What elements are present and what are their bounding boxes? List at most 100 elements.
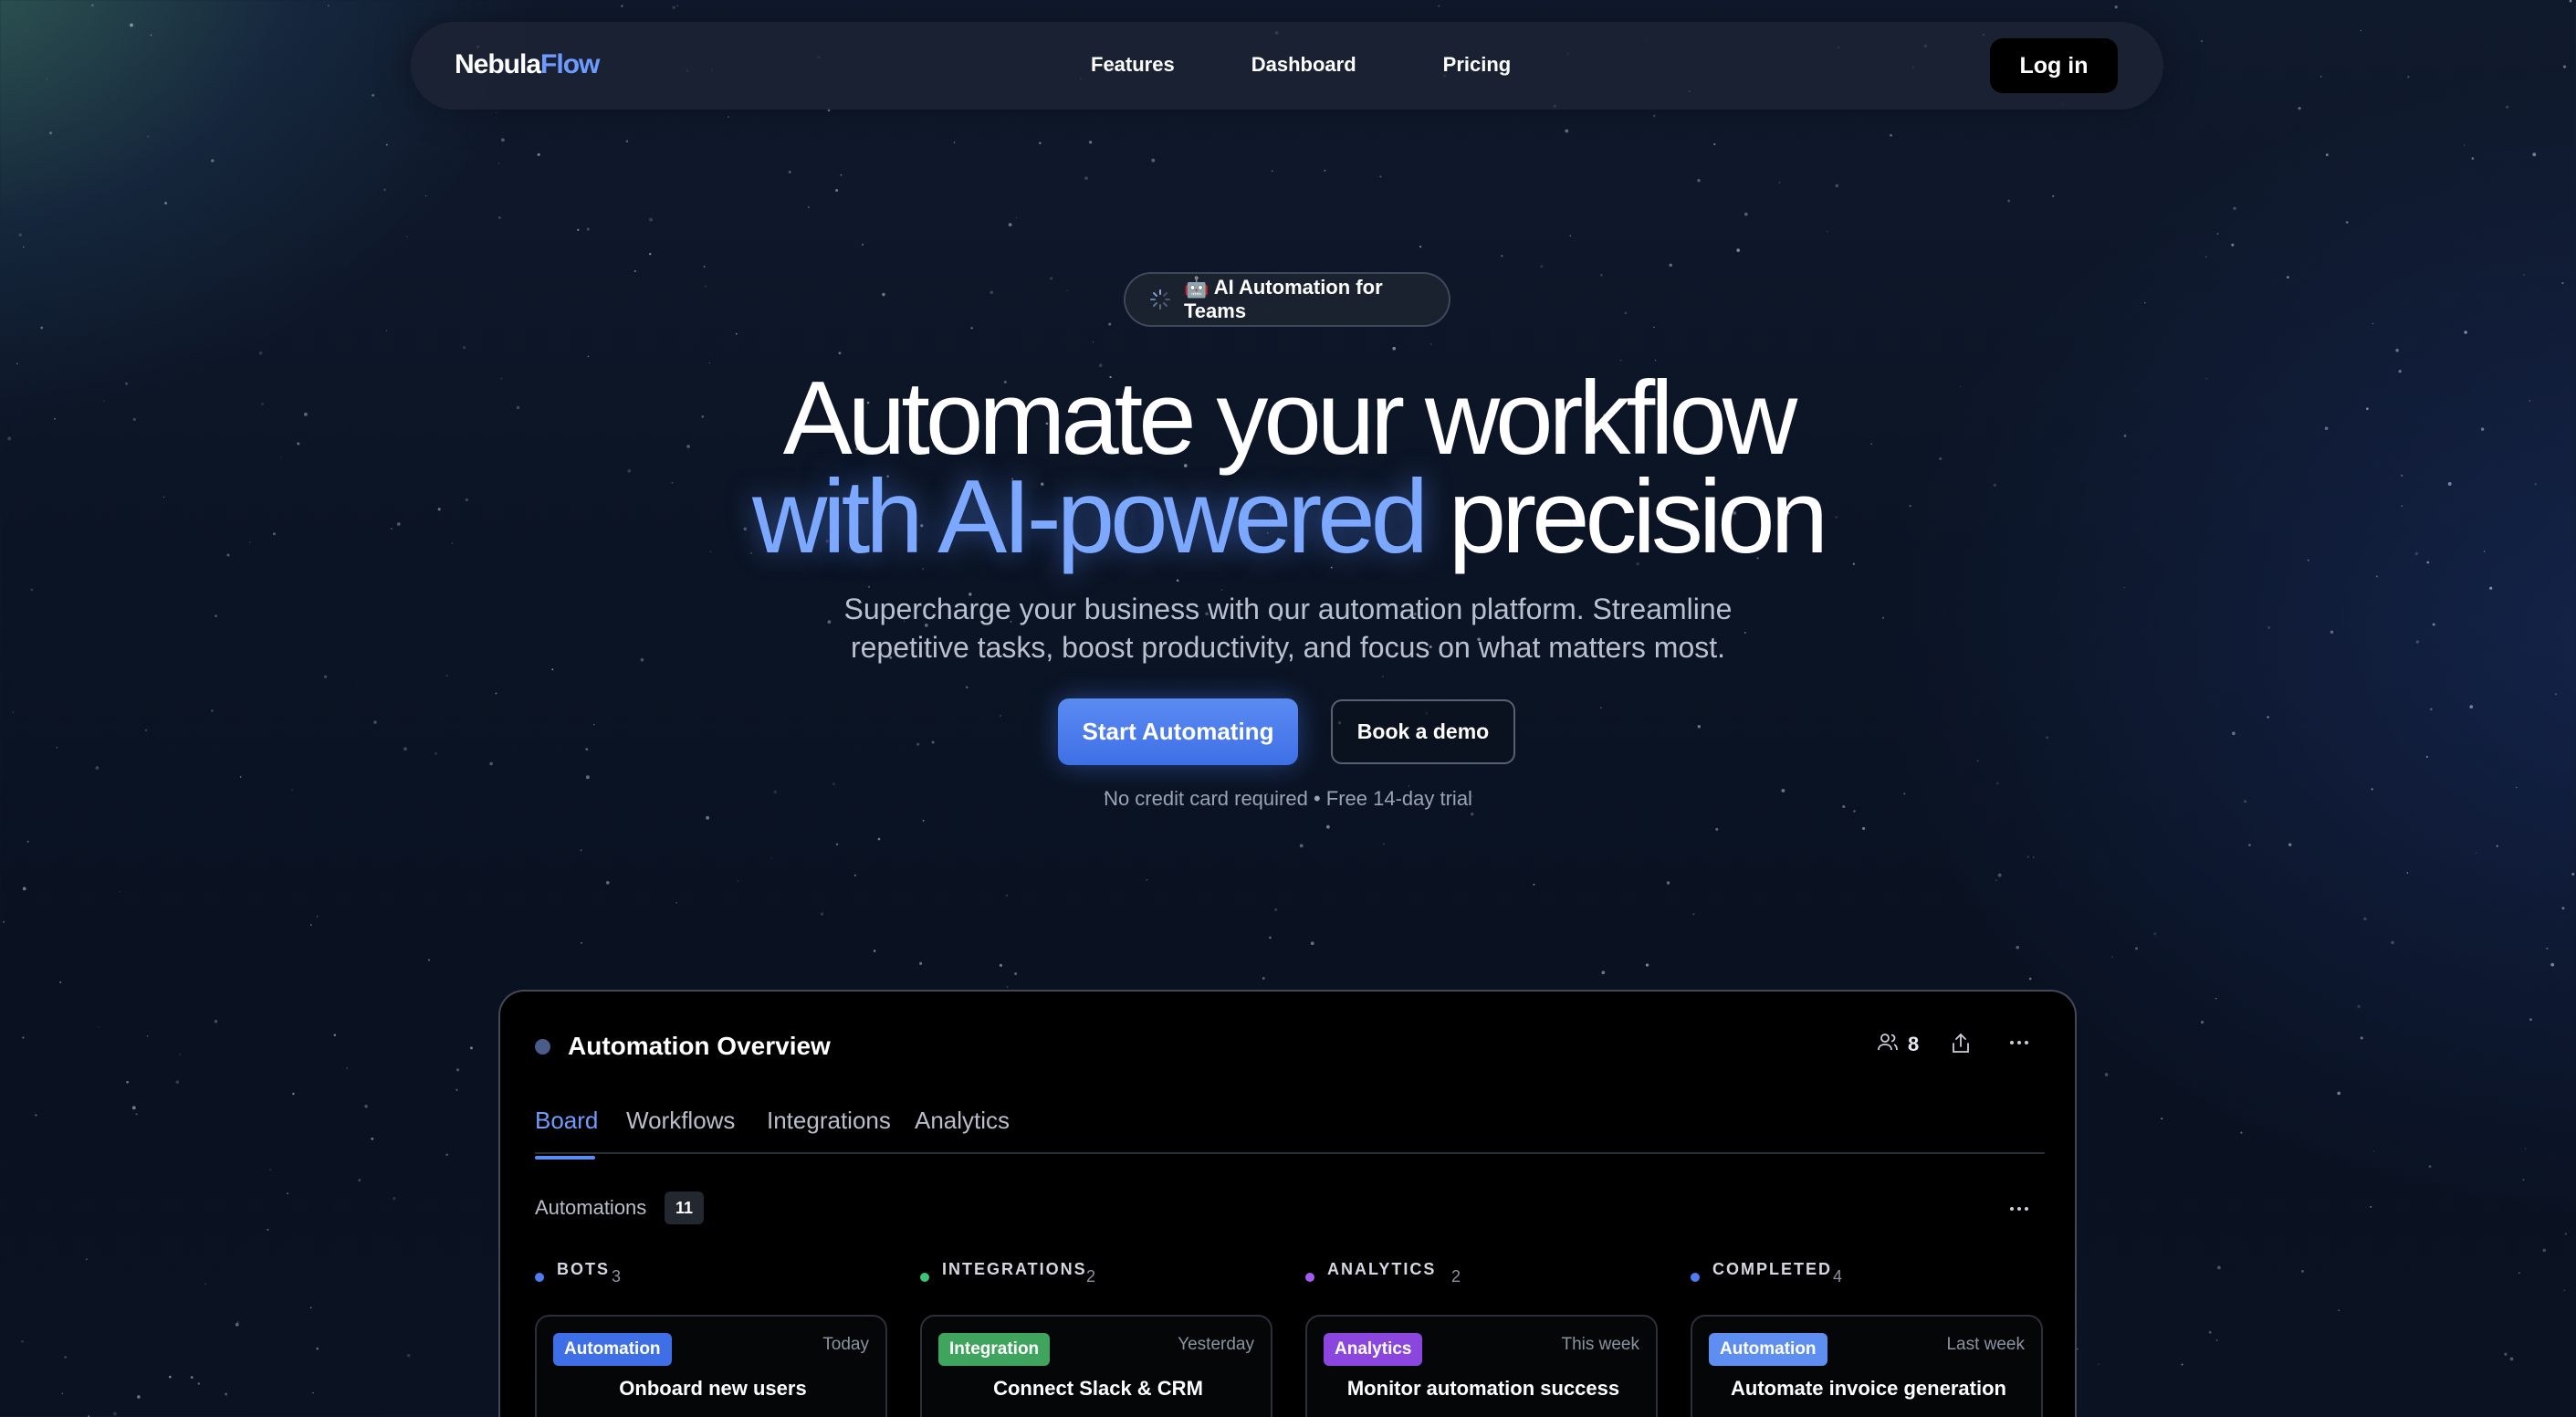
tab-integrations[interactable]: Integrations xyxy=(767,1107,891,1135)
star xyxy=(2143,301,2146,304)
star xyxy=(1092,341,1094,343)
star xyxy=(2522,1179,2525,1181)
star xyxy=(2231,243,2235,247)
book-demo-button[interactable]: Book a demo xyxy=(1331,699,1515,764)
automation-card[interactable]: Automation Last week Automate invoice gene… xyxy=(1691,1315,2043,1417)
announcement-pill[interactable]: 🤖 AI Automation for Teams xyxy=(1124,272,1450,327)
brand-name-part2: Flow xyxy=(540,49,600,79)
star xyxy=(2395,348,2399,352)
star xyxy=(364,1104,368,1108)
star xyxy=(1382,676,1384,677)
star xyxy=(130,23,133,27)
nav-link-features[interactable]: Features xyxy=(1091,53,1175,77)
members-button[interactable]: 8 xyxy=(1877,1032,1919,1057)
star xyxy=(2524,1148,2527,1149)
star xyxy=(2287,276,2289,279)
star xyxy=(225,1392,228,1396)
star xyxy=(1697,725,1702,729)
star xyxy=(35,1114,37,1117)
star xyxy=(931,740,935,744)
board-more-options-icon[interactable] xyxy=(2008,1198,2030,1224)
star xyxy=(1146,878,1148,881)
star xyxy=(2370,1206,2372,1208)
star xyxy=(21,1339,24,1343)
star xyxy=(26,840,29,843)
star xyxy=(40,326,44,330)
star xyxy=(1995,879,1997,881)
star xyxy=(1997,873,2002,877)
column-status-dot xyxy=(920,1273,929,1282)
hero-subtitle-line1: Supercharge your business with our autom… xyxy=(843,593,1733,625)
share-icon[interactable] xyxy=(1950,1032,1972,1060)
star xyxy=(22,1036,25,1039)
more-options-icon[interactable] xyxy=(2008,1032,2030,1058)
star xyxy=(1438,5,1440,7)
star xyxy=(675,902,677,904)
star xyxy=(144,729,148,732)
star xyxy=(970,327,973,330)
star xyxy=(735,332,738,335)
tab-board[interactable]: Board xyxy=(535,1107,598,1160)
star xyxy=(2345,221,2349,224)
star xyxy=(2476,852,2477,854)
brand-logo[interactable]: NebulaFlow xyxy=(455,49,600,80)
star xyxy=(211,159,215,163)
card-timestamp: This week xyxy=(1561,1335,1639,1354)
star xyxy=(1419,246,1422,248)
star xyxy=(1533,883,1535,886)
login-button[interactable]: Log in xyxy=(1990,38,2118,93)
star xyxy=(585,748,589,750)
star xyxy=(2114,5,2118,9)
column-count: 4 xyxy=(1833,1267,1843,1286)
star xyxy=(309,924,312,926)
star xyxy=(1262,977,1265,980)
star xyxy=(346,1067,349,1069)
star xyxy=(580,849,582,852)
star xyxy=(2506,105,2509,109)
automation-card[interactable]: Integration Yesterday Connect Slack & CRM xyxy=(920,1315,1272,1417)
card-category-badge: Automation xyxy=(1709,1333,1827,1366)
star xyxy=(621,5,623,7)
star xyxy=(1429,343,1432,345)
star xyxy=(1176,579,1179,583)
star xyxy=(1088,141,1093,144)
star xyxy=(2208,1330,2212,1334)
column-name: INTEGRATIONS xyxy=(942,1260,1087,1278)
star xyxy=(649,217,654,222)
star xyxy=(788,171,791,173)
nav-link-dashboard[interactable]: Dashboard xyxy=(1251,53,1356,77)
start-automating-button[interactable]: Start Automating xyxy=(1058,698,1298,765)
star xyxy=(287,1192,288,1195)
star xyxy=(204,1282,207,1286)
star xyxy=(820,912,824,916)
star xyxy=(577,228,580,232)
tab-workflows[interactable]: Workflows xyxy=(626,1107,735,1135)
star xyxy=(2522,274,2525,277)
column-header: BOTS 3 xyxy=(535,1260,887,1296)
automation-card[interactable]: Automation Today Onboard new users xyxy=(535,1315,887,1417)
star xyxy=(197,1382,200,1385)
column-count: 2 xyxy=(1451,1267,1461,1286)
automations-label: Automations xyxy=(535,1196,647,1219)
star xyxy=(324,675,328,678)
star xyxy=(18,233,23,237)
star xyxy=(179,1054,181,1055)
star xyxy=(1540,265,1544,268)
star xyxy=(406,1353,411,1358)
star xyxy=(1600,707,1602,708)
star xyxy=(922,819,925,822)
star xyxy=(175,1080,180,1084)
column-count: 2 xyxy=(1086,1267,1096,1286)
star xyxy=(1600,274,1603,277)
star xyxy=(2429,708,2433,711)
column-name: BOTS xyxy=(557,1260,611,1278)
star xyxy=(835,189,839,192)
star xyxy=(146,1035,149,1037)
tab-analytics[interactable]: Analytics xyxy=(915,1107,1010,1135)
star xyxy=(269,1169,272,1171)
automation-card[interactable]: Analytics This week Monitor automation suc… xyxy=(1305,1315,1658,1417)
star xyxy=(428,959,430,961)
star xyxy=(61,1392,64,1395)
nav-link-pricing[interactable]: Pricing xyxy=(1443,53,1512,77)
star xyxy=(919,961,923,965)
